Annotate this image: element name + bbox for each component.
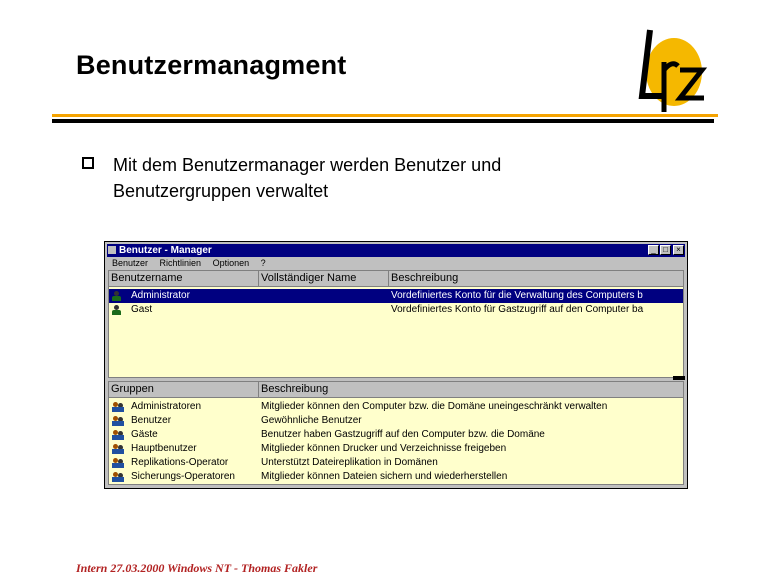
group-name: Gäste: [131, 429, 158, 440]
maximize-button[interactable]: □: [660, 245, 671, 255]
group-icon: [112, 402, 124, 412]
group-description: Mitglieder können den Computer bzw. die …: [261, 401, 608, 412]
user-icon: [112, 305, 121, 315]
group-description: Unterstützt Dateireplikation in Domänen: [261, 457, 438, 468]
group-description: Mitglieder können Drucker und Verzeichni…: [261, 443, 507, 454]
user-icon: [112, 291, 121, 301]
group-name: Replikations-Operator: [131, 457, 229, 468]
user-description: Vordefiniertes Konto für die Verwaltung …: [391, 290, 643, 301]
column-header-group-description[interactable]: Beschreibung: [259, 382, 683, 398]
group-icon: [112, 430, 124, 440]
close-button[interactable]: ×: [673, 245, 684, 255]
minimize-button[interactable]: _: [648, 245, 659, 255]
group-row[interactable]: Administratoren Mitglieder können den Co…: [109, 400, 683, 414]
group-icon: [112, 416, 124, 426]
group-name: Administratoren: [131, 401, 202, 412]
slide-footer: Intern 27.03.2000 Windows NT - Thomas Fa…: [76, 561, 318, 575]
column-header-username[interactable]: Benutzername: [109, 271, 259, 287]
column-header-groups[interactable]: Gruppen: [109, 382, 259, 398]
column-header-description[interactable]: Beschreibung: [389, 271, 683, 287]
users-list[interactable]: Benutzername Vollständiger Name Beschrei…: [108, 270, 684, 378]
group-icon: [112, 472, 124, 482]
bullet-text: Mit dem Benutzermanager werden Benutzer …: [113, 155, 502, 201]
lrz-logo: [638, 29, 708, 112]
accent-rule: [52, 114, 718, 117]
user-name: Gast: [131, 304, 153, 315]
group-row[interactable]: Sicherungs-Operatoren Mitglieder können …: [109, 470, 683, 484]
menu-benutzer[interactable]: Benutzer: [112, 258, 148, 268]
group-description: Gewöhnliche Benutzer: [261, 415, 362, 426]
group-name: Sicherungs-Operatoren: [131, 471, 235, 482]
groups-list[interactable]: Gruppen Beschreibung Administratoren Mit…: [108, 381, 684, 485]
menu-bar: Benutzer Richtlinien Optionen ?: [107, 257, 685, 269]
group-description: Benutzer haben Gastzugriff auf den Compu…: [261, 429, 545, 440]
user-row[interactable]: Administrator Vordefiniertes Konto für d…: [109, 289, 683, 303]
group-description: Mitglieder können Dateien sichern und wi…: [261, 471, 508, 482]
user-description: Vordefiniertes Konto für Gastzugriff auf…: [391, 304, 644, 315]
user-row[interactable]: Gast Vordefiniertes Konto für Gastzugrif…: [109, 303, 683, 317]
checkbox-bullet-icon: [82, 157, 94, 169]
group-row[interactable]: Hauptbenutzer Mitglieder können Drucker …: [109, 442, 683, 456]
app-icon: [108, 246, 116, 254]
menu-richtlinien[interactable]: Richtlinien: [160, 258, 202, 268]
group-name: Benutzer: [131, 415, 172, 426]
window-titlebar[interactable]: Benutzer - Manager _ □ ×: [107, 244, 685, 257]
user-name: Administrator: [131, 290, 190, 301]
user-manager-window: Benutzer - Manager _ □ × Benutzer Richtl…: [104, 241, 688, 489]
group-row[interactable]: Gäste Benutzer haben Gastzugriff auf den…: [109, 428, 683, 442]
slide-title: Benutzermanagment: [76, 50, 347, 80]
pane-splitter[interactable]: [673, 376, 685, 380]
group-name: Hauptbenutzer: [131, 443, 197, 454]
group-row[interactable]: Benutzer Gewöhnliche Benutzer: [109, 414, 683, 428]
column-header-fullname[interactable]: Vollständiger Name: [259, 271, 389, 287]
menu-help[interactable]: ?: [261, 258, 266, 268]
group-icon: [112, 458, 124, 468]
divider-rule: [52, 119, 714, 123]
group-icon: [112, 444, 124, 454]
menu-optionen[interactable]: Optionen: [213, 258, 250, 268]
window-title: Benutzer - Manager: [119, 245, 212, 256]
group-row[interactable]: Replikations-Operator Unterstützt Dateir…: [109, 456, 683, 470]
